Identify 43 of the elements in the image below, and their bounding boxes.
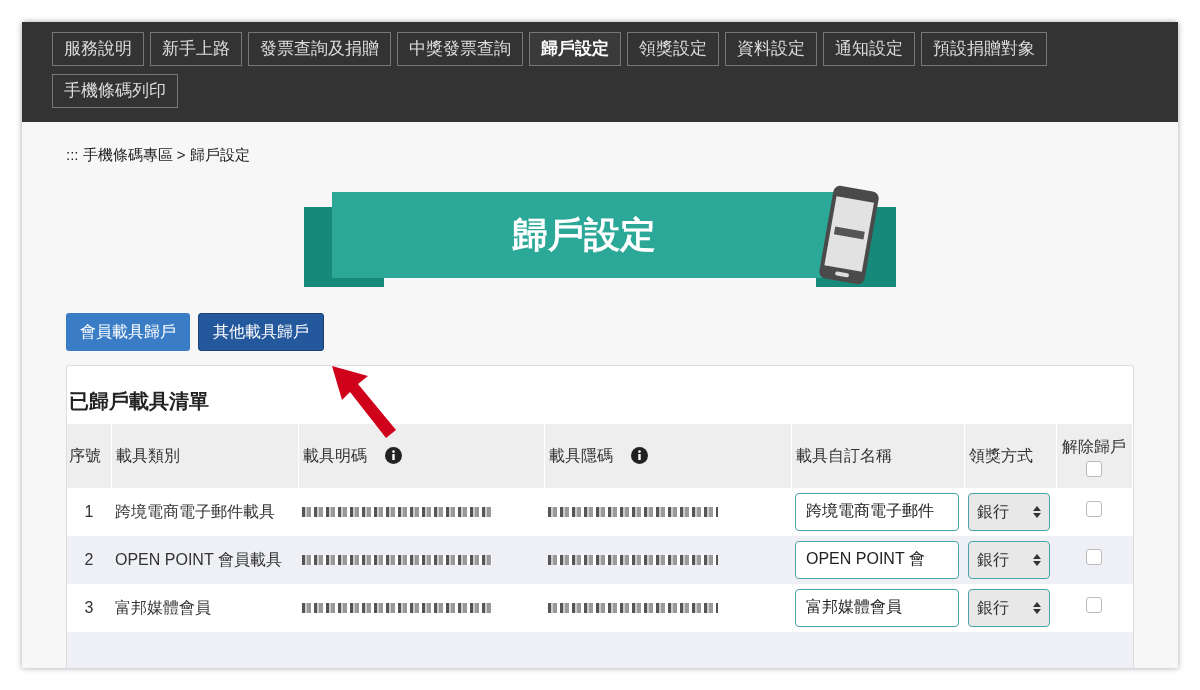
info-icon[interactable] — [630, 447, 648, 464]
dropdown-arrows-icon — [1033, 552, 1041, 567]
checkbox[interactable] — [1086, 548, 1103, 565]
nav-tab[interactable]: 中獎發票查詢 — [397, 32, 523, 66]
custom-name-field[interactable]: 跨境電商電子郵件 — [795, 492, 959, 531]
nav-tab[interactable]: 手機條碼列印 — [52, 74, 178, 108]
nav-tab[interactable]: 資料設定 — [725, 32, 817, 66]
nav-tab[interactable]: 領獎設定 — [627, 32, 719, 66]
banner-title: 歸戶設定 — [512, 212, 656, 257]
award-method-select[interactable]: 銀行 — [968, 492, 1050, 531]
panel-title: 已歸戶載具清單 — [69, 388, 209, 414]
breadcrumb: ::: 手機條碼專區 > 歸戶設定 — [66, 145, 251, 165]
nav-tab[interactable]: 預設捐贈對象 — [921, 32, 1047, 66]
column-header: 領獎方式 — [968, 445, 1033, 466]
row-number: 1 — [84, 502, 94, 520]
column-header: 載具自訂名稱 — [795, 445, 892, 466]
nav-tab[interactable]: 發票查詢及捐贈 — [248, 32, 391, 66]
carrier-type: 富邦媒體會員 — [115, 598, 211, 616]
nav-tab[interactable]: 服務說明 — [52, 32, 144, 66]
carrier-type: OPEN POINT 會員載具 — [115, 550, 282, 568]
carrier-type: 跨境電商電子郵件載具 — [115, 502, 275, 520]
column-header: 解除歸戶 — [1062, 436, 1127, 457]
award-method-select[interactable]: 銀行 — [968, 540, 1050, 579]
column-header: 載具隱碼 — [548, 445, 613, 466]
column-header: 載具明碼 — [302, 445, 367, 466]
custom-name-field[interactable]: OPEN POINT 會 — [795, 540, 959, 579]
checkbox[interactable] — [1086, 596, 1103, 613]
checkbox[interactable] — [1086, 500, 1103, 517]
custom-name-field[interactable]: 富邦媒體會員 — [795, 588, 959, 627]
carrier-mode-button[interactable]: 會員載具歸戶 — [66, 312, 190, 351]
row-number: 2 — [84, 550, 94, 568]
info-icon[interactable] — [384, 447, 402, 464]
column-header: 載具類別 — [115, 445, 180, 466]
column-header: 序號 — [69, 445, 101, 466]
dropdown-arrows-icon — [1033, 600, 1041, 615]
nav-tab[interactable]: 新手上路 — [150, 32, 242, 66]
nav-tab[interactable]: 通知設定 — [823, 32, 915, 66]
row-number: 3 — [84, 598, 94, 616]
carrier-mode-button[interactable]: 其他載具歸戶 — [198, 312, 324, 351]
dropdown-arrows-icon — [1033, 504, 1041, 519]
checkbox[interactable] — [1086, 460, 1103, 477]
nav-tab[interactable]: 歸戶設定 — [529, 32, 621, 66]
award-method-select[interactable]: 銀行 — [968, 588, 1050, 627]
